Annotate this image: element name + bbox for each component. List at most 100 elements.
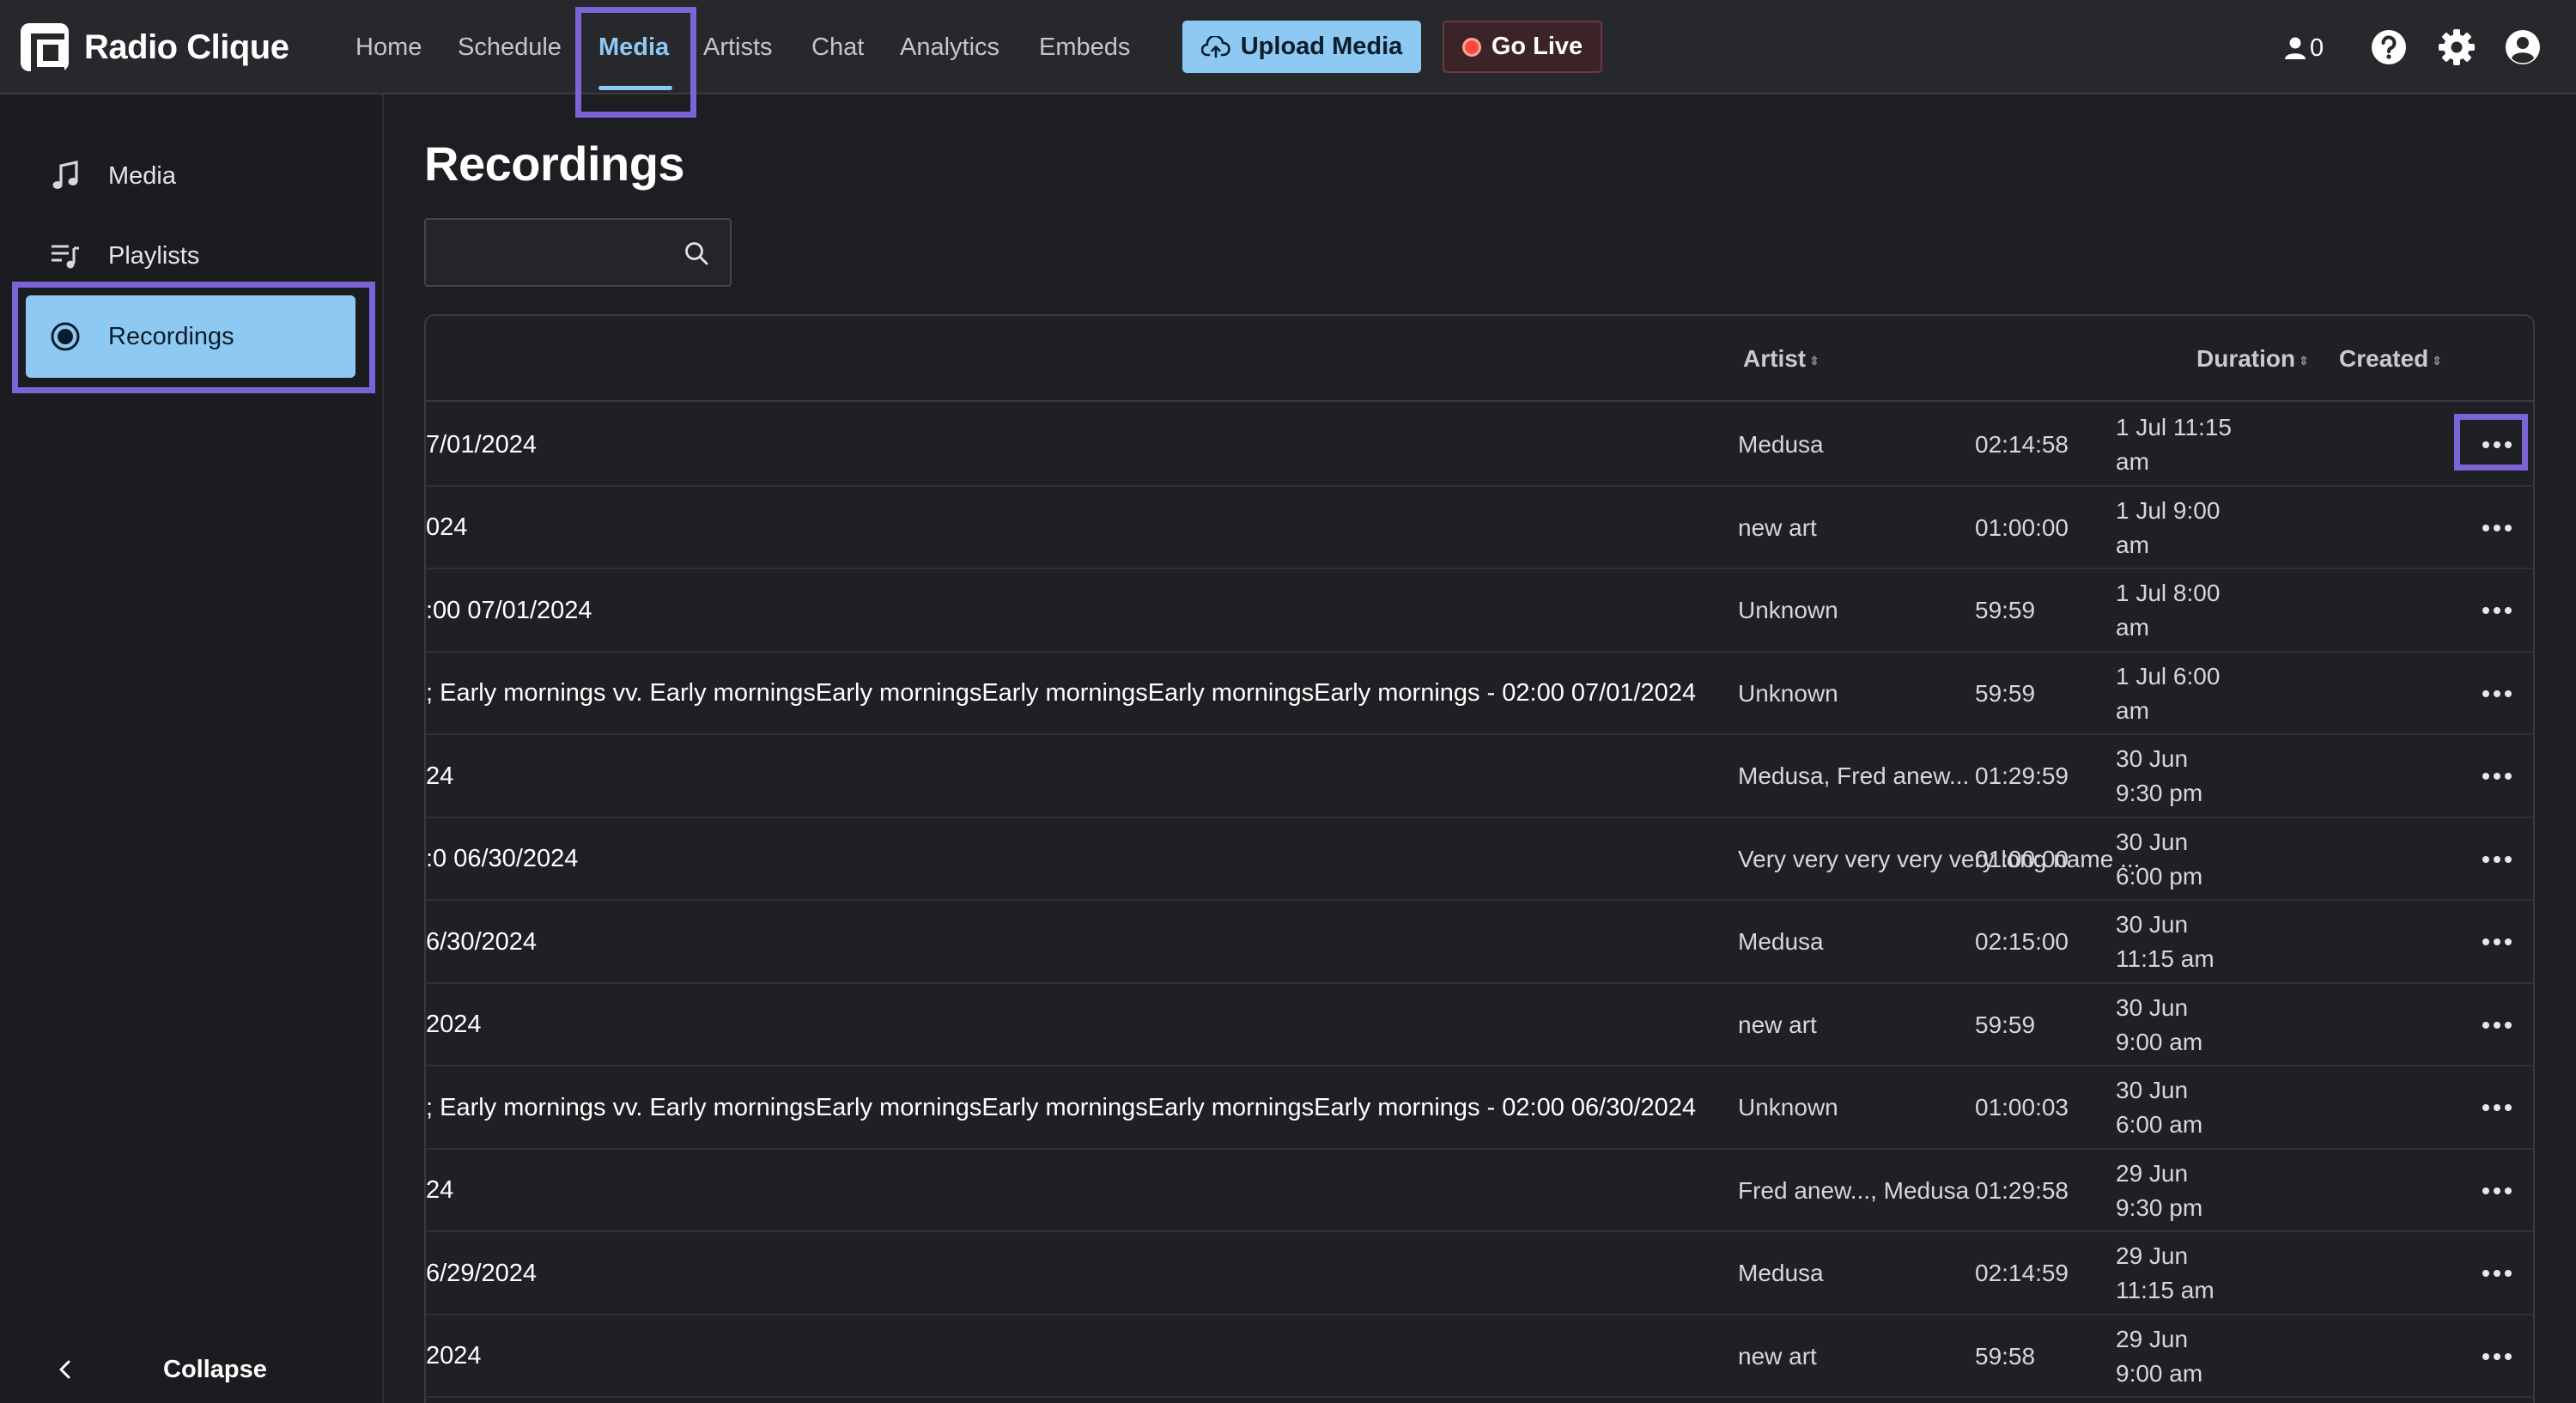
table-row[interactable]: 24 Medusa, Fred anew... 01:29:59 30 Jun 9:3… bbox=[426, 735, 2533, 818]
user-icon bbox=[2285, 37, 2306, 59]
row-more-options-button[interactable] bbox=[2463, 1315, 2531, 1398]
sidebar-item-recordings[interactable]: Recordings bbox=[26, 295, 355, 378]
radio-clique-logo-icon bbox=[21, 23, 69, 73]
more-dots-icon bbox=[2482, 607, 2512, 614]
recording-duration: 02:14:58 bbox=[1975, 431, 2069, 458]
recording-duration: 01:29:59 bbox=[1975, 762, 2069, 789]
upload-media-label: Upload Media bbox=[1240, 33, 1403, 60]
column-header-label: Duration bbox=[2196, 345, 2296, 372]
search-icon[interactable] bbox=[683, 240, 709, 266]
row-more-options-button[interactable] bbox=[2463, 735, 2531, 817]
help-icon[interactable] bbox=[2370, 28, 2408, 66]
page-title: Recordings bbox=[424, 137, 685, 191]
listener-count[interactable]: 0 bbox=[2284, 31, 2324, 65]
upload-media-button[interactable]: Upload Media bbox=[1182, 21, 1421, 73]
recordings-table: Artist ⇕ Duration ⇕ Created ⇕ 7/01/2024 Medu… bbox=[424, 314, 2535, 1403]
account-avatar-icon[interactable] bbox=[2504, 28, 2542, 66]
recording-created: 30 Jun 9:30 pm bbox=[2116, 745, 2203, 806]
collapse-sidebar-button[interactable]: Collapse bbox=[52, 1348, 335, 1391]
table-row[interactable]: 024 new art 01:00:00 1 Jul 9:00 am bbox=[426, 487, 2533, 569]
recording-name: 024 bbox=[426, 513, 468, 541]
table-row[interactable]: 2024 new art 59:58 29 Jun 9:00 am bbox=[426, 1315, 2533, 1398]
go-live-label: Go Live bbox=[1491, 33, 1583, 60]
nav-analytics[interactable]: Analytics bbox=[900, 0, 999, 94]
table-row[interactable]: ; Early mornings vv. Early morningsEarly… bbox=[426, 1066, 2533, 1150]
collapse-label: Collapse bbox=[163, 1355, 267, 1383]
column-header-artist[interactable]: Artist ⇕ bbox=[1743, 316, 1820, 402]
row-more-options-button[interactable] bbox=[2463, 404, 2531, 486]
recording-created: 30 Jun 11:15 am bbox=[2116, 911, 2215, 972]
recording-duration: 01:00:00 bbox=[1975, 845, 2069, 872]
table-row[interactable]: 24 Fred anew..., Medusa 01:29:58 29 Jun 9:3… bbox=[426, 1150, 2533, 1232]
recording-name: 2024 bbox=[426, 1011, 482, 1038]
recording-name: 6/30/2024 bbox=[426, 927, 538, 956]
recording-duration: 59:59 bbox=[1975, 1011, 2036, 1038]
brand[interactable]: Radio Clique bbox=[21, 22, 289, 73]
row-more-options-button[interactable] bbox=[2463, 984, 2531, 1066]
recording-name: :0 06/30/2024 bbox=[426, 845, 579, 872]
column-header-label: Created bbox=[2339, 345, 2429, 372]
row-more-options-button[interactable] bbox=[2463, 1150, 2531, 1232]
recording-duration: 01:00:03 bbox=[1975, 1094, 2069, 1121]
recording-duration: 59:59 bbox=[1975, 679, 2036, 707]
nav-media[interactable]: Media bbox=[598, 0, 669, 94]
music-note-icon bbox=[46, 157, 84, 195]
sort-icon: ⇕ bbox=[2432, 353, 2442, 367]
row-more-options-button[interactable] bbox=[2463, 653, 2531, 735]
recording-name: 7/01/2024 bbox=[426, 430, 538, 459]
recording-duration: 01:00:00 bbox=[1975, 513, 2069, 541]
row-more-options-button[interactable] bbox=[2463, 1066, 2531, 1149]
row-more-options-button[interactable] bbox=[2463, 569, 2531, 652]
row-more-options-button[interactable] bbox=[2463, 487, 2531, 569]
row-more-options-button[interactable] bbox=[2463, 901, 2531, 983]
column-header-duration[interactable]: Duration ⇕ bbox=[2196, 316, 2309, 402]
table-header: Artist ⇕ Duration ⇕ Created ⇕ bbox=[426, 316, 2533, 402]
sort-icon: ⇕ bbox=[2299, 353, 2309, 367]
table-row[interactable]: :0 06/30/2024 Very very very very very lo… bbox=[426, 818, 2533, 901]
go-live-button[interactable]: Go Live bbox=[1443, 21, 1602, 73]
nav-chat[interactable]: Chat bbox=[811, 0, 864, 94]
cloud-upload-icon bbox=[1200, 35, 1230, 58]
nav-embeds[interactable]: Embeds bbox=[1039, 0, 1130, 94]
nav-artists[interactable]: Artists bbox=[703, 0, 773, 94]
recording-created: 29 Jun 9:30 pm bbox=[2116, 1159, 2203, 1221]
listener-count-value: 0 bbox=[2310, 33, 2324, 62]
recording-duration: 02:15:00 bbox=[1975, 928, 2069, 955]
row-more-options-button[interactable] bbox=[2463, 818, 2531, 901]
more-dots-icon bbox=[2482, 1104, 2512, 1111]
recording-created: 1 Jul 9:00 am bbox=[2116, 496, 2221, 558]
sort-icon: ⇕ bbox=[1809, 353, 1820, 367]
sidebar-item-playlists[interactable]: Playlists bbox=[26, 215, 355, 297]
search-input[interactable] bbox=[426, 220, 683, 285]
sidebar-item-media[interactable]: Media bbox=[26, 135, 355, 217]
more-dots-icon bbox=[2482, 855, 2512, 863]
table-row[interactable]: 6/29/2024 Medusa 02:14:59 29 Jun 11:15 am bbox=[426, 1232, 2533, 1315]
nav-home[interactable]: Home bbox=[355, 0, 422, 94]
recording-name: 6/29/2024 bbox=[426, 1259, 538, 1287]
settings-gear-icon[interactable] bbox=[2438, 28, 2476, 66]
table-row[interactable]: ; Early mornings vv. Early morningsEarly… bbox=[426, 653, 2533, 735]
table-row[interactable]: 7/01/2024 Medusa 02:14:58 1 Jul 11:15 am bbox=[426, 404, 2533, 487]
table-row[interactable]: :00 07/01/2024 Unknown 59:59 1 Jul 8:00 am bbox=[426, 569, 2533, 653]
recording-name: 2024 bbox=[426, 1342, 482, 1370]
table-row[interactable]: 2024 new art 59:59 30 Jun 9:00 am bbox=[426, 984, 2533, 1066]
row-more-options-button[interactable] bbox=[2463, 1232, 2531, 1315]
sidebar-item-label: Media bbox=[108, 161, 176, 190]
recording-created: 29 Jun 11:15 am bbox=[2116, 1242, 2215, 1303]
more-dots-icon bbox=[2482, 1187, 2512, 1194]
more-dots-icon bbox=[2482, 1352, 2512, 1360]
sidebar-item-label: Playlists bbox=[108, 241, 200, 270]
recording-created: 1 Jul 8:00 am bbox=[2116, 580, 2221, 641]
nav-active-underline bbox=[598, 86, 672, 90]
recording-created: 30 Jun 9:00 am bbox=[2116, 993, 2203, 1055]
more-dots-icon bbox=[2482, 938, 2512, 945]
column-header-created[interactable]: Created ⇕ bbox=[2339, 316, 2442, 402]
recording-created: 30 Jun 6:00 pm bbox=[2116, 828, 2203, 890]
table-row[interactable]: 6/30/2024 Medusa 02:15:00 30 Jun 11:15 am bbox=[426, 901, 2533, 984]
recording-duration: 59:59 bbox=[1975, 597, 2036, 623]
nav-schedule[interactable]: Schedule bbox=[458, 0, 562, 94]
recording-created: 1 Jul 6:00 am bbox=[2116, 662, 2221, 724]
recording-name: ; Early mornings vv. Early morningsEarly… bbox=[426, 679, 1697, 707]
recording-duration: 59:58 bbox=[1975, 1342, 2036, 1370]
sidebar-item-label: Recordings bbox=[108, 322, 234, 350]
